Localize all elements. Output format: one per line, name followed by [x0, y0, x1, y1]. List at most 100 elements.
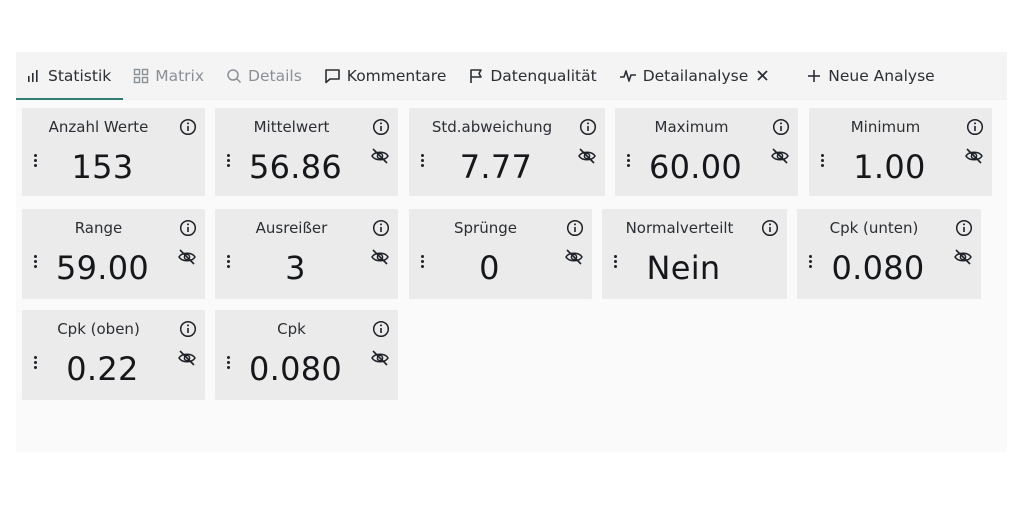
stat-card-value: 0.22: [66, 350, 139, 388]
tab-label: Details: [248, 66, 302, 85]
stat-card-value: 0: [479, 249, 500, 287]
card-menu-button[interactable]: [623, 150, 633, 170]
eye-off-icon: [954, 249, 972, 265]
stat-card-label: Anzahl Werte: [48, 118, 149, 136]
card-info-button[interactable]: [579, 118, 597, 136]
card-info-button[interactable]: [566, 219, 584, 237]
tab-label: Kommentare: [346, 66, 447, 85]
stat-card-label: Sprünge: [454, 219, 517, 237]
card-info-button[interactable]: [966, 118, 984, 136]
card-info-button[interactable]: [372, 320, 390, 338]
grid-icon: [134, 68, 149, 83]
stat-card-value: 3: [285, 249, 306, 287]
tab-label: Neue Analyse: [828, 66, 935, 85]
info-icon: [955, 219, 973, 237]
card-info-button[interactable]: [179, 118, 197, 136]
info-icon: [179, 118, 197, 136]
stat-card-label: Cpk (unten): [829, 219, 919, 237]
card-info-button[interactable]: [372, 219, 390, 237]
card-info-button[interactable]: [772, 118, 790, 136]
card-visibility-toggle[interactable]: [177, 247, 197, 267]
tab-detailanalyse[interactable]: Detailanalyse: [609, 52, 788, 100]
eye-off-icon: [578, 148, 596, 164]
eye-off-icon: [371, 148, 389, 164]
analysis-tab-bar: Statistik Matrix Details Kommentare Date…: [16, 52, 1007, 100]
stat-card: Cpk (unten) 0.080: [797, 209, 981, 299]
stat-card: Sprünge 0: [409, 209, 592, 299]
tab-kommentare[interactable]: Kommentare: [314, 52, 459, 100]
info-icon: [966, 118, 984, 136]
info-icon: [372, 118, 390, 136]
stat-card-value: Nein: [646, 249, 721, 287]
card-info-button[interactable]: [955, 219, 973, 237]
stat-card-label: Range: [74, 219, 123, 237]
eye-off-icon: [178, 350, 196, 366]
info-icon: [761, 219, 779, 237]
stat-card-label: Maximum: [654, 118, 729, 136]
stat-card-label: Mittelwert: [253, 118, 330, 136]
stat-card-value: 0.080: [831, 249, 925, 287]
stat-card: Cpk (oben) 0.22: [22, 310, 205, 400]
info-icon: [579, 118, 597, 136]
card-menu-button[interactable]: [223, 150, 233, 170]
card-menu-button[interactable]: [805, 251, 815, 271]
card-menu-button[interactable]: [30, 251, 40, 271]
card-visibility-toggle[interactable]: [370, 247, 390, 267]
tab-label: Statistik: [48, 66, 112, 85]
card-visibility-toggle[interactable]: [370, 348, 390, 368]
tab-label: Datenqualität: [490, 66, 597, 85]
stat-card-value: 60.00: [648, 148, 743, 186]
card-info-button[interactable]: [761, 219, 779, 237]
eye-off-icon: [371, 249, 389, 265]
stat-card: Ausreißer 3: [215, 209, 398, 299]
stat-card-value: 56.86: [248, 148, 343, 186]
tab-datenqualitaet[interactable]: Datenqualität: [458, 52, 608, 100]
info-icon: [372, 320, 390, 338]
flag-icon: [470, 68, 483, 83]
card-menu-button[interactable]: [223, 251, 233, 271]
card-info-button[interactable]: [179, 320, 197, 338]
plus-icon: [808, 69, 821, 82]
card-menu-button[interactable]: [610, 251, 620, 271]
tab-details[interactable]: Details: [216, 52, 314, 100]
eye-off-icon: [965, 148, 983, 164]
card-visibility-toggle[interactable]: [577, 146, 597, 166]
tab-matrix[interactable]: Matrix: [123, 52, 216, 100]
tab-label: Matrix: [155, 66, 205, 85]
info-icon: [179, 320, 197, 338]
stat-card-value: 7.77: [459, 148, 533, 186]
info-icon: [566, 219, 584, 237]
card-menu-button[interactable]: [223, 352, 233, 372]
stat-card: Minimum 1.00: [809, 108, 992, 196]
stat-card-value: 59.00: [55, 249, 150, 287]
comment-icon: [324, 68, 340, 83]
info-icon: [179, 219, 197, 237]
card-menu-button[interactable]: [817, 150, 827, 170]
card-visibility-toggle[interactable]: [177, 348, 197, 368]
pulse-icon: [619, 69, 636, 82]
new-analysis-button[interactable]: Neue Analyse: [787, 52, 946, 100]
card-info-button[interactable]: [372, 118, 390, 136]
stat-card-label: Minimum: [850, 118, 921, 136]
card-info-button[interactable]: [179, 219, 197, 237]
stat-card-label: Cpk (oben): [57, 320, 140, 338]
card-visibility-toggle[interactable]: [564, 247, 584, 267]
card-visibility-toggle[interactable]: [964, 146, 984, 166]
eye-off-icon: [371, 350, 389, 366]
card-menu-button[interactable]: [30, 150, 40, 170]
card-visibility-toggle[interactable]: [770, 146, 790, 166]
stat-card: Mittelwert 56.86: [215, 108, 398, 196]
eye-off-icon: [178, 249, 196, 265]
card-visibility-toggle[interactable]: [370, 146, 390, 166]
close-icon: [757, 70, 768, 81]
card-menu-button[interactable]: [417, 251, 427, 271]
stat-card-value: 1.00: [853, 148, 926, 186]
eye-off-icon: [771, 148, 789, 164]
card-visibility-toggle[interactable]: [953, 247, 973, 267]
tab-label: Detailanalyse: [642, 66, 749, 85]
card-menu-button[interactable]: [417, 150, 427, 170]
tab-statistik[interactable]: Statistik: [16, 52, 124, 100]
card-menu-button[interactable]: [30, 352, 40, 372]
stat-card: Normalverteilt Nein: [602, 209, 787, 299]
close-tab-button[interactable]: [756, 69, 775, 82]
